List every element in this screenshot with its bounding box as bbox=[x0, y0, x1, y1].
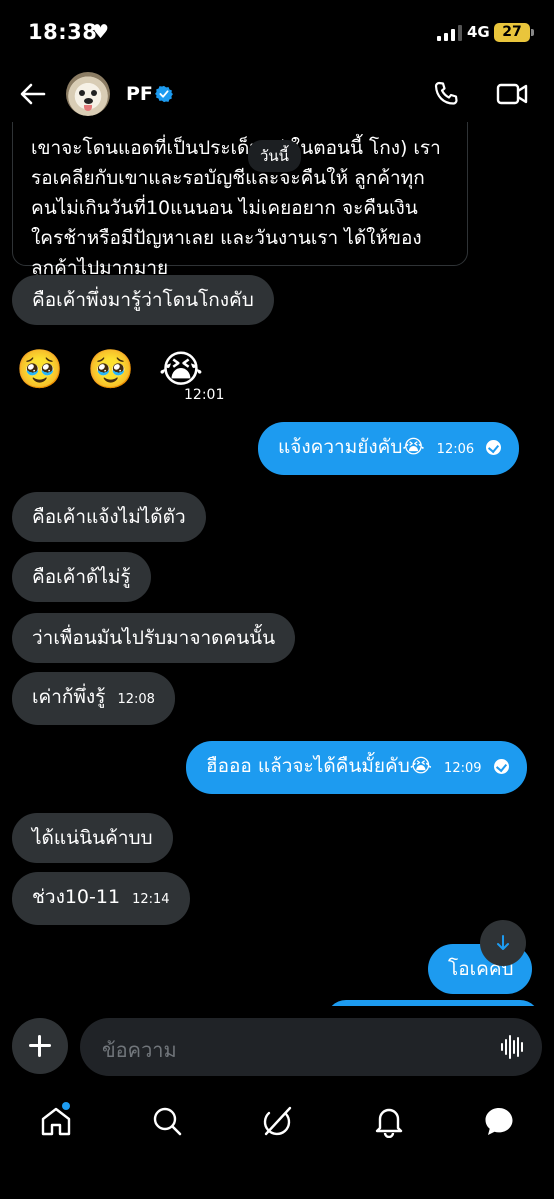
arrow-down-icon bbox=[497, 935, 509, 950]
message-text: ได้แน่นินค้าบบ bbox=[32, 827, 153, 849]
message-bubble-outgoing[interactable]: ฮือออ แล้วจะได้คืนมั้ยคับ😭 12:09 bbox=[186, 741, 527, 794]
message-bubble-incoming[interactable]: คือเค้าด้ไม่รู้ bbox=[12, 552, 151, 602]
network-type: 4G bbox=[467, 23, 490, 41]
message-bubble-incoming[interactable]: เค่าก้พึ่งรู้ 12:08 bbox=[12, 672, 175, 725]
heart-icon: ♥ bbox=[92, 21, 110, 43]
search-icon[interactable] bbox=[150, 1104, 184, 1138]
notification-dot bbox=[62, 1102, 70, 1110]
message-bubble-incoming[interactable]: เขาจะโดนแอดที่เป็นประเด็นอยู่ ในตอนนี้ โ… bbox=[12, 122, 468, 279]
add-attachment-button[interactable] bbox=[12, 1018, 68, 1074]
message-bubble-incoming[interactable]: ได้แน่นินค้าบบ bbox=[12, 813, 173, 863]
signal-icon bbox=[437, 25, 462, 41]
message-text: คือเค้าพึ่งมารู้ว่าโดนโกงคับ bbox=[32, 289, 254, 311]
scroll-to-bottom-button[interactable] bbox=[480, 920, 526, 966]
arrow-left-icon[interactable] bbox=[18, 79, 48, 109]
avatar[interactable] bbox=[66, 72, 110, 116]
message-bubble-outgoing[interactable]: แจ้งความยังคับ😭 12:06 bbox=[258, 422, 520, 475]
voice-wave-icon[interactable] bbox=[500, 1035, 526, 1059]
message-text: ฮือออ แล้วจะได้คืนมั้ยคับ😭 bbox=[206, 755, 432, 777]
messages-icon[interactable] bbox=[482, 1104, 516, 1138]
message-composer: ข้อความ bbox=[0, 1006, 554, 1090]
message-time: 12:09 bbox=[444, 761, 482, 776]
message-input-placeholder: ข้อความ bbox=[102, 1038, 177, 1062]
message-time: 12:14 bbox=[132, 892, 170, 907]
read-check-icon bbox=[486, 440, 502, 455]
message-bubble-incoming[interactable]: คือเค้าแจ้งไม่ได้ตัว bbox=[12, 492, 206, 542]
message-text: คือเค้าแจ้งไม่ได้ตัว bbox=[32, 506, 186, 528]
phone-icon[interactable] bbox=[432, 80, 460, 108]
message-text: ช่วง10-11 bbox=[32, 886, 121, 908]
message-text: คือเค้าด้ไม่รู้ bbox=[32, 566, 131, 588]
message-bubble-incoming[interactable]: ว่าเพื่อนมันไปรับมาจาดคนนั้น bbox=[12, 613, 296, 663]
message-bubble-incoming[interactable]: ช่วง10-11 12:14 bbox=[12, 872, 190, 925]
bottom-navigation bbox=[0, 1090, 554, 1199]
read-check-icon bbox=[493, 759, 509, 774]
grok-icon[interactable] bbox=[260, 1104, 294, 1138]
status-bar: 18:38 ♥ 4G 27 bbox=[0, 0, 554, 66]
message-text: ว่าเพื่อนมันไปรับมาจาดคนนั้น bbox=[32, 627, 276, 649]
video-camera-icon[interactable] bbox=[496, 81, 528, 107]
conversation-header: PF bbox=[0, 66, 554, 122]
message-text: เค่าก้พึ่งรู้ bbox=[32, 686, 106, 708]
bell-icon[interactable] bbox=[372, 1104, 406, 1138]
emoji-message[interactable]: 🥹 🥹 😭 bbox=[16, 347, 209, 392]
verified-badge-icon bbox=[155, 85, 173, 103]
message-time: 12:08 bbox=[117, 692, 155, 707]
message-list[interactable]: เขาจะโดนแอดที่เป็นประเด็นอยู่ ในตอนนี้ โ… bbox=[0, 122, 554, 1006]
message-time: 12:06 bbox=[436, 442, 475, 457]
contact-name[interactable]: PF bbox=[126, 83, 153, 105]
message-time: 12:01 bbox=[184, 387, 225, 403]
message-input[interactable]: ข้อความ bbox=[80, 1018, 542, 1076]
battery-icon: 27 bbox=[494, 23, 534, 42]
message-bubble-incoming[interactable]: คือเค้าพึ่งมารู้ว่าโดนโกงคับ bbox=[12, 275, 274, 325]
day-divider: วันนี้ bbox=[248, 140, 301, 172]
message-text: แจ้งความยังคับ😭 bbox=[278, 436, 425, 458]
status-time: 18:38 bbox=[28, 20, 98, 44]
